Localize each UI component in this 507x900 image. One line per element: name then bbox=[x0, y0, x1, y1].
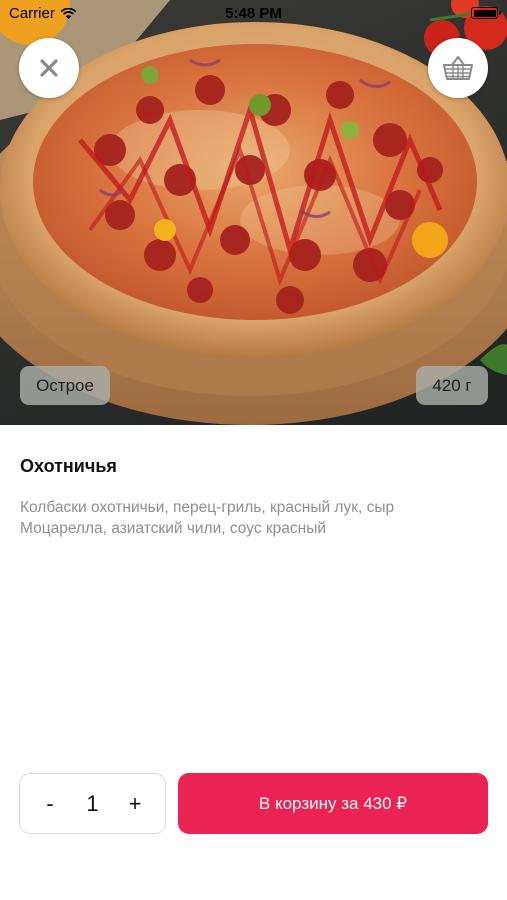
product-title: Охотничья bbox=[20, 456, 117, 476]
spicy-badge: Острое bbox=[20, 366, 110, 405]
battery-icon bbox=[471, 7, 501, 19]
decrement-button[interactable]: - bbox=[38, 791, 62, 817]
status-bar: Carrier 5:48 PM bbox=[0, 0, 507, 26]
basket-button[interactable] bbox=[428, 38, 488, 98]
quantity-stepper: - 1 + bbox=[19, 773, 166, 834]
close-button[interactable] bbox=[19, 38, 79, 98]
add-to-cart-button[interactable]: В корзину за 430 ₽ bbox=[178, 773, 488, 834]
weight-badge: 420 г bbox=[416, 366, 488, 405]
quantity-value: 1 bbox=[86, 790, 99, 816]
increment-button[interactable]: + bbox=[123, 791, 147, 817]
status-time: 5:48 PM bbox=[225, 5, 282, 22]
basket-icon bbox=[443, 56, 473, 80]
close-icon bbox=[40, 59, 58, 77]
product-description: Колбаски охотничьи, перец-гриль, красный… bbox=[20, 499, 395, 537]
